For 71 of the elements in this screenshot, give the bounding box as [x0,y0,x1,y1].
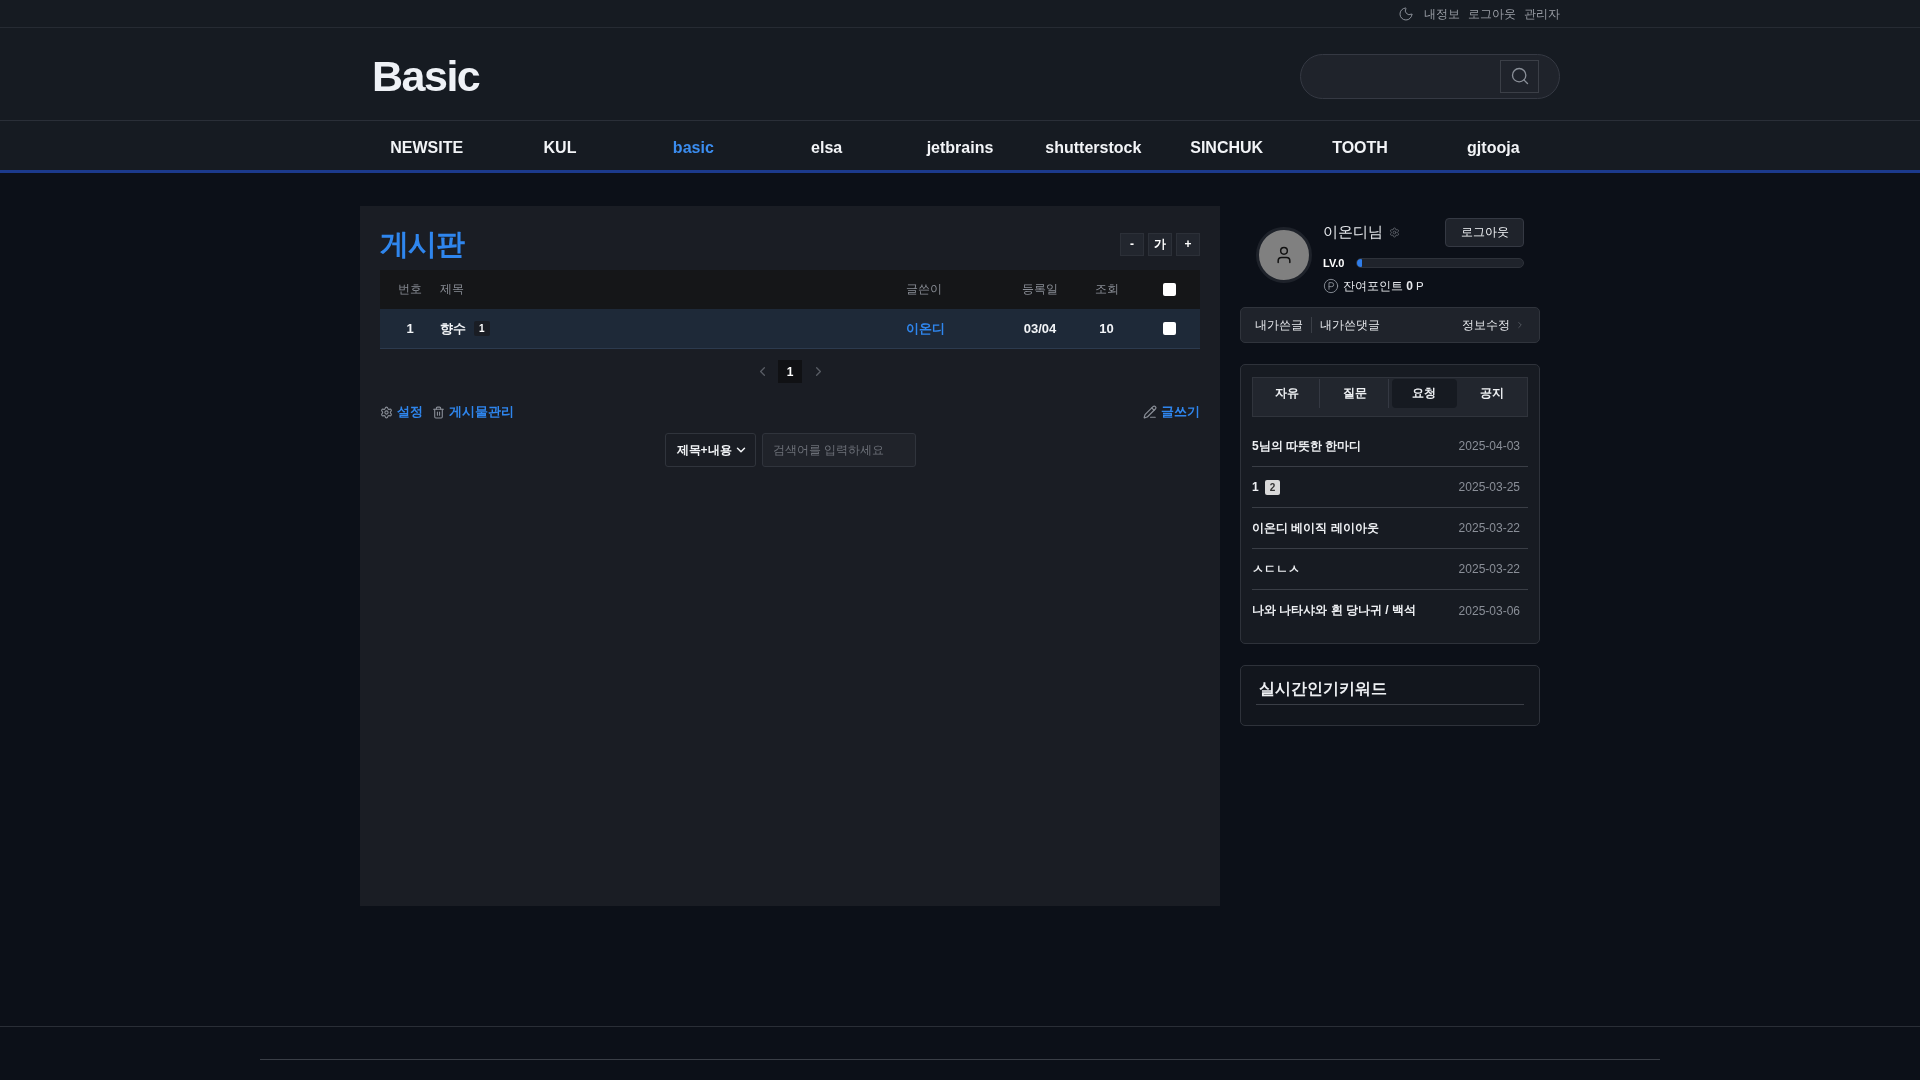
table-cell-text: 10 [1098,321,1115,336]
post-title-link[interactable]: 나와 나타샤와 흰 당나귀 / 백석 [1252,602,1416,619]
search-button[interactable] [1500,59,1539,93]
post-date: 2025-03-25 [1458,480,1520,494]
nav-item[interactable]: gjtooja [1426,125,1560,170]
tab[interactable]: 자유 [1255,379,1321,408]
table-row[interactable]: 1 향수 1 이온디 03/04 10 [380,309,1200,349]
profile-link[interactable]: 내가쓴글 [1255,316,1303,334]
nav-item[interactable]: shutterstock [1026,125,1160,170]
nav-item[interactable]: TOOTH [1293,125,1427,170]
column-header: 조회 [1093,281,1120,298]
top-link[interactable]: 관리자 [1524,6,1560,21]
column-header: 제목 [440,281,465,298]
page-button[interactable]: 1 [778,360,802,383]
circle-p-icon [1323,278,1339,294]
font-size-button[interactable]: 가 [1148,232,1172,256]
post-date: 2025-03-06 [1458,603,1520,618]
search-field[interactable]: 검색어를 입력하세요 [761,433,916,467]
bin-icon [432,405,445,419]
nav-item[interactable]: SINCHUK [1160,125,1294,170]
nav-item[interactable]: basic [626,125,760,170]
column-header: 번호 [397,281,423,298]
search-icon [1509,66,1530,86]
post-title-link[interactable]: 5님의 따뜻한 한마디 [1252,437,1362,455]
nav-item[interactable]: KUL [493,125,627,170]
post-title-link[interactable]: 1 [1252,480,1259,494]
author-link[interactable]: 이온디 [900,319,945,338]
post-date: 2025-03-22 [1458,521,1520,535]
tab[interactable]: 요청 [1391,379,1457,408]
site-logo[interactable]: Basic [372,54,480,98]
board-tool-link[interactable]: 설정 [380,403,423,421]
search-field[interactable] [1300,53,1560,99]
nav-item[interactable]: jetbrains [893,125,1027,170]
post-date: 2025-04-03 [1458,439,1520,453]
points-text: 잔여포인트 0 P [1343,278,1424,294]
avatar-icon [1256,227,1312,283]
tab[interactable]: 공지 [1459,379,1525,408]
board-title: 게시판 [380,227,464,262]
keyword-title: 실시간인기키워드 [1256,679,1524,705]
comment-count: 1 [474,321,490,336]
profile-link[interactable]: 내가쓴댓글 [1320,316,1380,334]
post-title-link[interactable]: 향수 [440,319,466,338]
settings-icon [380,405,393,419]
table-cell-text: 03/04 [1022,321,1058,336]
checkbox[interactable] [1162,322,1176,335]
font-size-button[interactable]: + [1176,232,1200,256]
nav-item[interactable]: NEWSITE [360,125,494,170]
nav-item[interactable]: elsa [760,125,894,170]
chevron-right-icon [1515,320,1525,330]
scope-select[interactable]: 제목+내용 [664,433,756,467]
checkbox[interactable] [1162,283,1176,296]
pencil-icon [1143,405,1157,419]
tab[interactable]: 질문 [1323,379,1389,408]
user-name: 이온디님 [1323,223,1383,242]
settings-icon[interactable] [1389,227,1400,238]
font-size-button[interactable]: - [1120,232,1144,256]
edit-profile-link[interactable]: 정보수정 [1462,316,1525,334]
column-header: 등록일 [1021,281,1059,298]
post-title-link[interactable]: ㅅㄷㄴㅅ [1252,560,1300,578]
level-label: LV.0 [1323,257,1346,269]
logout-button[interactable]: 로그아웃 [1445,218,1524,247]
table-cell-text: 1 [405,321,415,336]
board-tool-link[interactable]: 게시물관리 [432,403,514,421]
post-date: 2025-03-22 [1458,562,1520,576]
moon-icon[interactable] [1398,5,1414,22]
write-link[interactable]: 글쓰기 [1143,403,1200,421]
top-link[interactable]: 내정보 [1424,6,1460,21]
column-header: 글쓴이 [905,281,943,298]
top-link[interactable]: 로그아웃 [1468,6,1516,21]
comment-count: 2 [1264,479,1281,495]
post-title-link[interactable]: 이온디 베이직 레이아웃 [1252,519,1379,537]
